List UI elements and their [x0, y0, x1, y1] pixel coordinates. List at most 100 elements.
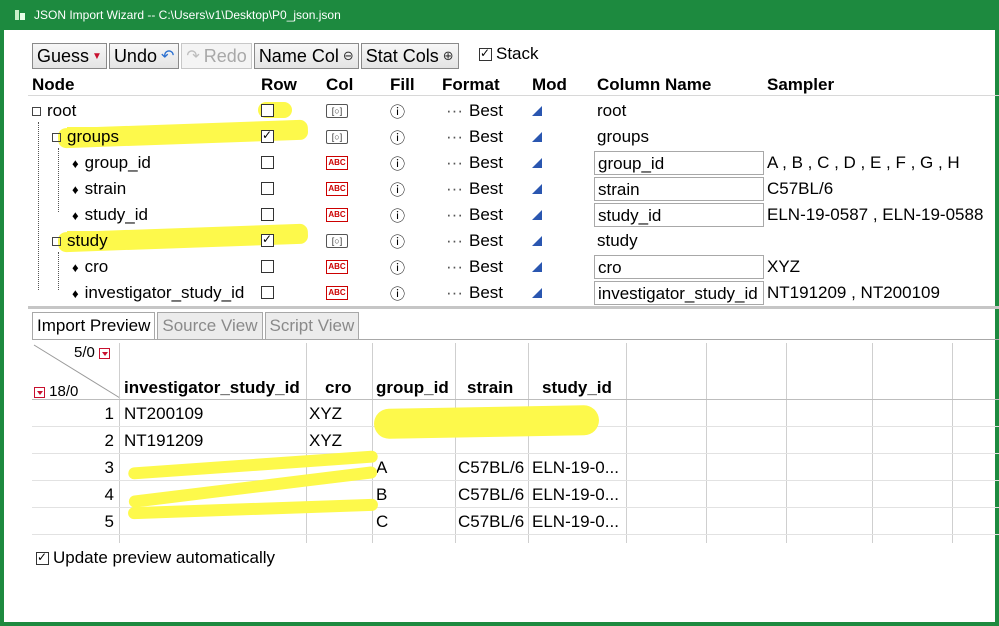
format-value: Best	[468, 257, 504, 276]
fill-info-icon[interactable]: ⓘ	[390, 179, 405, 200]
row-checkbox[interactable]	[261, 104, 274, 117]
row-checkbox[interactable]	[261, 156, 274, 169]
table-cell[interactable]: B	[376, 485, 387, 505]
name-col-button[interactable]: Name Col ⊖	[253, 43, 359, 69]
row-checkbox[interactable]	[261, 128, 274, 143]
format-cell[interactable]: ··· Best	[446, 257, 503, 277]
table-cell[interactable]: C57BL/6	[458, 458, 524, 478]
fill-info-icon[interactable]: ⓘ	[390, 127, 405, 148]
header-sampler: Sampler	[767, 75, 835, 94]
title-bar[interactable]: JSON Import Wizard -- C:\Users\v1\Deskto…	[4, 0, 999, 30]
node-name[interactable]: ♦ investigator_study_id	[72, 283, 244, 303]
abc-icon[interactable]: ABC	[326, 208, 348, 222]
modifier-triangle-icon[interactable]	[532, 288, 542, 298]
format-cell[interactable]: ··· Best	[446, 179, 503, 199]
node-name[interactable]: study	[52, 231, 108, 251]
table-cell[interactable]: NT191209	[124, 431, 203, 451]
stack-option[interactable]: Stack	[479, 44, 539, 64]
table-cell[interactable]: ELN-19-0...	[532, 512, 619, 532]
pane-splitter[interactable]	[28, 306, 999, 309]
modifier-triangle-icon[interactable]	[532, 184, 542, 194]
modifier-triangle-icon[interactable]	[532, 210, 542, 220]
tab-source-view[interactable]: Source View	[157, 312, 263, 340]
table-cell[interactable]: C57BL/6	[458, 485, 524, 505]
grid-header-investigator-study-id[interactable]: investigator_study_id	[124, 378, 300, 398]
node-name[interactable]: ♦ group_id	[72, 153, 151, 173]
tab-script-view[interactable]: Script View	[264, 312, 360, 340]
column-name-input[interactable]: cro	[594, 255, 764, 279]
collapse-toggle-icon[interactable]	[52, 133, 61, 143]
column-name-input[interactable]: group_id	[594, 151, 764, 175]
format-cell[interactable]: ··· Best	[446, 101, 503, 121]
format-cell[interactable]: ··· Best	[446, 283, 503, 303]
column-name-input[interactable]: investigator_study_id	[594, 281, 764, 305]
table-cell[interactable]: C	[376, 512, 388, 532]
format-cell[interactable]: ··· Best	[446, 231, 503, 251]
node-name[interactable]: root	[32, 101, 76, 121]
row-checkbox[interactable]	[261, 208, 274, 221]
format-cell[interactable]: ··· Best	[446, 205, 503, 225]
modifier-triangle-icon[interactable]	[532, 106, 542, 116]
tree-row[interactable]: ♦ group_id ABC ⓘ ··· Best group_id A , B , C , …	[28, 150, 999, 176]
column-name-input[interactable]: strain	[594, 177, 764, 201]
header-mod: Mod	[532, 75, 567, 94]
node-name[interactable]: ♦ cro	[72, 257, 108, 277]
format-cell[interactable]: ··· Best	[446, 153, 503, 173]
node-name[interactable]: ♦ study_id	[72, 205, 148, 225]
column-name-input[interactable]: study_id	[594, 203, 764, 227]
collapse-toggle-icon[interactable]	[52, 237, 61, 247]
table-cell[interactable]: NT200109	[124, 404, 203, 424]
tree-row[interactable]: ♦ investigator_study_id ABC ⓘ ··· Best investi…	[28, 280, 999, 306]
container-icon[interactable]: [○]	[326, 234, 348, 248]
fill-info-icon[interactable]: ⓘ	[390, 101, 405, 122]
container-icon[interactable]: [○]	[326, 104, 348, 118]
table-cell[interactable]: XYZ	[309, 404, 342, 424]
update-preview-checkbox[interactable]	[36, 550, 49, 565]
table-cell[interactable]: XYZ	[309, 431, 342, 451]
abc-icon[interactable]: ABC	[326, 286, 348, 300]
stat-cols-button[interactable]: Stat Cols ⊕	[360, 43, 459, 69]
row-checkbox[interactable]	[261, 232, 274, 247]
tree-row[interactable]: study [○] ⓘ ··· Best study	[28, 228, 999, 254]
abc-icon[interactable]: ABC	[326, 260, 348, 274]
modifier-triangle-icon[interactable]	[532, 262, 542, 272]
table-cell[interactable]: ELN-19-0...	[532, 458, 619, 478]
tree-row[interactable]: ♦ strain ABC ⓘ ··· Best strain C57BL/6	[28, 176, 999, 202]
fill-info-icon[interactable]: ⓘ	[390, 153, 405, 174]
fill-info-icon[interactable]: ⓘ	[390, 257, 405, 278]
tree-row[interactable]: root [○] ⓘ ··· Best root	[28, 98, 999, 124]
modifier-triangle-icon[interactable]	[532, 158, 542, 168]
grid-header-cro[interactable]: cro	[325, 378, 351, 398]
abc-icon[interactable]: ABC	[326, 156, 348, 170]
redo-button[interactable]: ↷ Redo	[181, 43, 252, 69]
grid-header-study-id[interactable]: study_id	[542, 378, 612, 398]
abc-icon[interactable]: ABC	[326, 182, 348, 196]
table-cell[interactable]: A	[376, 458, 387, 478]
undo-button[interactable]: Undo ↶	[108, 43, 180, 69]
update-preview-option[interactable]: Update preview automatically	[36, 548, 275, 568]
modifier-triangle-icon[interactable]	[532, 236, 542, 246]
container-icon[interactable]: [○]	[326, 130, 348, 144]
tree-row[interactable]: ♦ study_id ABC ⓘ ··· Best study_id ELN-19-0587 …	[28, 202, 999, 228]
fill-info-icon[interactable]: ⓘ	[390, 283, 405, 304]
tree-row[interactable]: ♦ cro ABC ⓘ ··· Best cro XYZ	[28, 254, 999, 280]
node-name[interactable]: groups	[52, 127, 119, 147]
grid-header-group-id[interactable]: group_id	[376, 378, 449, 398]
tab-import-preview[interactable]: Import Preview	[32, 312, 156, 340]
modifier-triangle-icon[interactable]	[532, 132, 542, 142]
stack-checkbox[interactable]	[479, 46, 492, 61]
row-checkbox[interactable]	[261, 182, 274, 195]
node-label: study	[67, 231, 108, 250]
table-cell[interactable]: C57BL/6	[458, 512, 524, 532]
fill-info-icon[interactable]: ⓘ	[390, 205, 405, 226]
node-name[interactable]: ♦ strain	[72, 179, 126, 199]
grid-header-strain[interactable]: strain	[467, 378, 513, 398]
table-cell[interactable]: ELN-19-0...	[532, 485, 619, 505]
collapse-toggle-icon[interactable]	[32, 107, 41, 117]
guess-button[interactable]: Guess ▼	[32, 43, 107, 69]
format-cell[interactable]: ··· Best	[446, 127, 503, 147]
fill-info-icon[interactable]: ⓘ	[390, 231, 405, 252]
row-checkbox[interactable]	[261, 260, 274, 273]
tree-row[interactable]: groups [○] ⓘ ··· Best groups	[28, 124, 999, 150]
row-checkbox[interactable]	[261, 286, 274, 299]
